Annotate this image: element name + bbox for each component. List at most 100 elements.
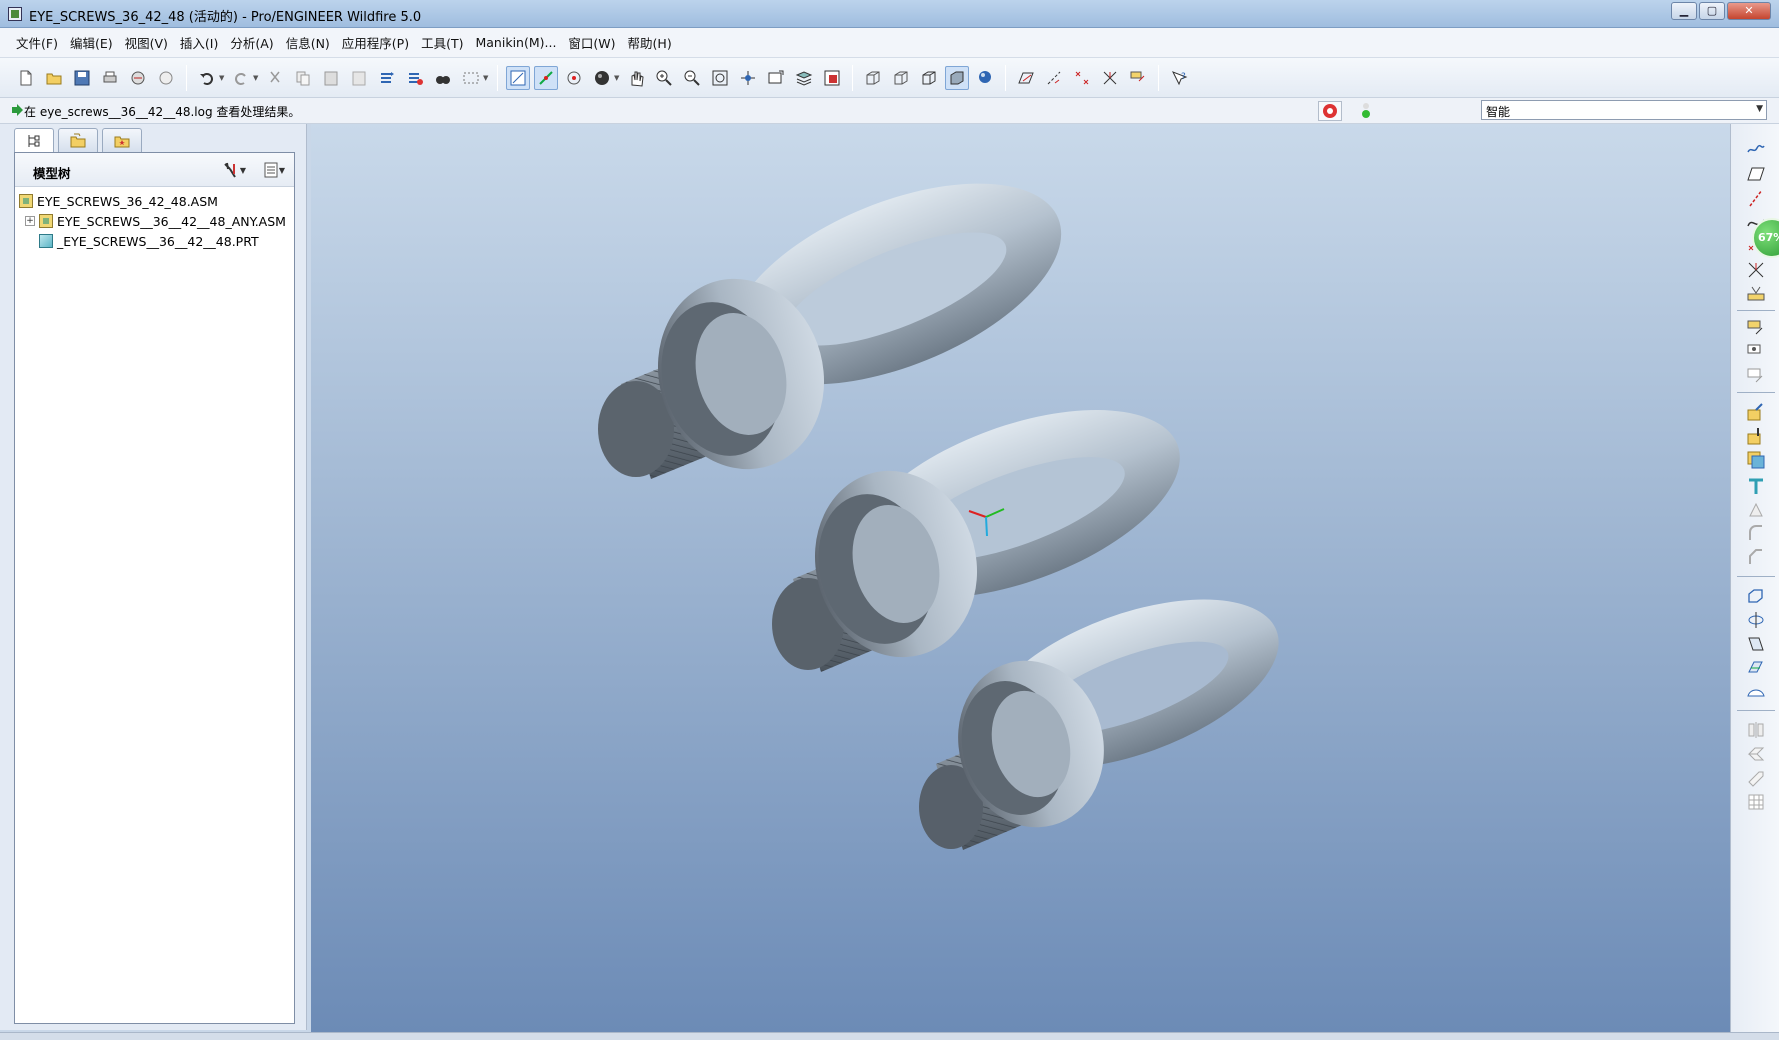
paste-icon[interactable] — [319, 66, 343, 90]
blend-tool-icon[interactable] — [1743, 656, 1769, 680]
csys-tool-icon[interactable] — [1743, 258, 1769, 282]
paste-special-icon[interactable] — [347, 66, 371, 90]
extrude-tool-icon[interactable] — [1743, 584, 1769, 608]
copy-icon[interactable] — [291, 66, 315, 90]
callout-tool-icon[interactable] — [1743, 340, 1769, 364]
refit-icon[interactable] — [708, 66, 732, 90]
model-tree-list: EYE_SCREWS_36_42_48.ASM + EYE_SCREWS__36… — [19, 191, 291, 251]
tab-favorites[interactable] — [102, 128, 142, 152]
expand-plus-icon[interactable]: + — [25, 216, 35, 226]
context-help-icon[interactable]: ? — [1167, 66, 1191, 90]
axis-display-icon[interactable] — [1042, 66, 1066, 90]
undo-icon[interactable] — [195, 66, 219, 90]
menu-help[interactable]: 帮助(H) — [622, 33, 678, 52]
tree-item-sub-asm[interactable]: + EYE_SCREWS__36__42__48_ANY.ASM — [19, 211, 291, 231]
plane-display-icon[interactable] — [1014, 66, 1038, 90]
datum-axis-icon[interactable] — [534, 65, 558, 90]
menu-tools[interactable]: 工具(T) — [415, 33, 469, 52]
pattern-tool-icon[interactable] — [1743, 498, 1769, 522]
datum-axis-tool-icon[interactable] — [1743, 186, 1769, 210]
menu-insert[interactable]: 插入(I) — [174, 33, 224, 52]
spin-center-icon[interactable] — [562, 66, 586, 90]
point-display-icon[interactable] — [1070, 66, 1094, 90]
merge-tool-icon[interactable] — [1743, 742, 1769, 766]
package-component-icon[interactable] — [1743, 448, 1769, 472]
view-manager-icon[interactable] — [820, 66, 844, 90]
minimize-button[interactable]: ▁ — [1671, 2, 1697, 20]
assemble-component-icon[interactable] — [1743, 400, 1769, 424]
revolve-tool-icon[interactable] — [1743, 608, 1769, 632]
stop-regen-icon[interactable] — [1318, 101, 1342, 121]
zoom-out-icon[interactable] — [680, 66, 704, 90]
table-tool-icon[interactable] — [1743, 790, 1769, 814]
appearance-icon[interactable] — [973, 66, 997, 90]
saved-views-icon[interactable] — [764, 66, 788, 90]
skeleton-tool-icon[interactable] — [1743, 474, 1769, 498]
menu-window[interactable]: 窗口(W) — [562, 33, 621, 52]
navigator-panel: 模型树 ▼ ▼ EYE_SCREWS_36_42_48.ASM + EYE_SC… — [0, 124, 307, 1030]
find-icon[interactable] — [431, 66, 455, 90]
boundary-blend-tool-icon[interactable] — [1743, 680, 1769, 704]
email-icon[interactable] — [126, 66, 150, 90]
no-hidden-icon[interactable] — [917, 66, 941, 90]
graphics-viewport[interactable] — [311, 124, 1730, 1032]
regenerate-icon[interactable] — [375, 66, 399, 90]
sweep-tool-icon[interactable] — [1743, 632, 1769, 656]
datum-display-icon[interactable] — [506, 65, 530, 90]
wireframe-icon[interactable] — [861, 66, 885, 90]
shading-mode-icon[interactable] — [945, 65, 969, 90]
layers-icon[interactable] — [792, 66, 816, 90]
print-icon[interactable] — [98, 66, 122, 90]
redo-icon[interactable] — [229, 66, 253, 90]
shading-dropdown-icon[interactable]: ▼ — [614, 74, 622, 82]
tree-show-button[interactable]: ▼ — [257, 159, 291, 181]
annotation-tool-icon[interactable] — [1743, 316, 1769, 340]
menu-info[interactable]: 信息(N) — [280, 33, 336, 52]
tab-model-tree[interactable] — [14, 128, 54, 152]
hidden-line-icon[interactable] — [889, 66, 913, 90]
email-link-icon[interactable] — [154, 66, 178, 90]
menu-analysis[interactable]: 分析(A) — [224, 33, 279, 52]
menu-applications[interactable]: 应用程序(P) — [336, 33, 415, 52]
sketch-tool-icon[interactable] — [1743, 136, 1769, 160]
open-folder-icon[interactable] — [42, 66, 66, 90]
redo-dropdown-icon[interactable]: ▼ — [253, 74, 261, 82]
menu-view[interactable]: 视图(V) — [119, 33, 174, 52]
zoom-in-icon[interactable] — [652, 66, 676, 90]
annotation-display-icon[interactable] — [1126, 66, 1150, 90]
part-icon — [39, 234, 53, 248]
mirror-tool-icon[interactable] — [1743, 718, 1769, 742]
trim-tool-icon[interactable] — [1743, 766, 1769, 790]
toolbar-separator — [852, 64, 853, 91]
new-file-icon[interactable] — [14, 66, 38, 90]
menu-edit[interactable]: 编辑(E) — [64, 33, 119, 52]
menu-file[interactable]: 文件(F) — [10, 33, 64, 52]
round-tool-icon[interactable] — [1743, 522, 1769, 546]
select-box-icon[interactable] — [459, 66, 483, 90]
close-button[interactable]: ✕ — [1727, 2, 1771, 20]
analysis-tool-icon[interactable] — [1743, 282, 1769, 306]
save-icon[interactable] — [70, 66, 94, 90]
selection-filter-select[interactable]: 智能 ▼ — [1481, 100, 1767, 120]
cut-icon[interactable] — [263, 66, 287, 90]
eye-screw-small[interactable] — [919, 565, 1301, 850]
regen-manager-icon[interactable] — [403, 66, 427, 90]
regen-status-light-icon — [1354, 101, 1378, 121]
model-tree-panel: 模型树 ▼ ▼ EYE_SCREWS_36_42_48.ASM + EYE_SC… — [14, 152, 295, 1024]
undo-dropdown-icon[interactable]: ▼ — [219, 74, 227, 82]
datum-plane-tool-icon[interactable] — [1743, 162, 1769, 186]
maximize-button[interactable]: ▢ — [1699, 2, 1725, 20]
reorient-icon[interactable] — [736, 66, 760, 90]
chamfer-tool-icon[interactable] — [1743, 546, 1769, 570]
select-dropdown-icon[interactable]: ▼ — [483, 74, 491, 82]
csys-display-icon[interactable] — [1098, 66, 1122, 90]
menu-manikin[interactable]: Manikin(M)... — [469, 35, 562, 50]
create-component-icon[interactable] — [1743, 424, 1769, 448]
pan-hand-icon[interactable] — [624, 66, 648, 90]
shading-sphere-icon[interactable] — [590, 66, 614, 90]
tree-settings-button[interactable]: ▼ — [217, 159, 251, 181]
tree-item-root-asm[interactable]: EYE_SCREWS_36_42_48.ASM — [19, 191, 291, 211]
tab-folder-browser[interactable] — [58, 128, 98, 152]
note-tool-icon[interactable] — [1743, 364, 1769, 388]
tree-item-part[interactable]: _EYE_SCREWS__36__42__48.PRT — [19, 231, 291, 251]
